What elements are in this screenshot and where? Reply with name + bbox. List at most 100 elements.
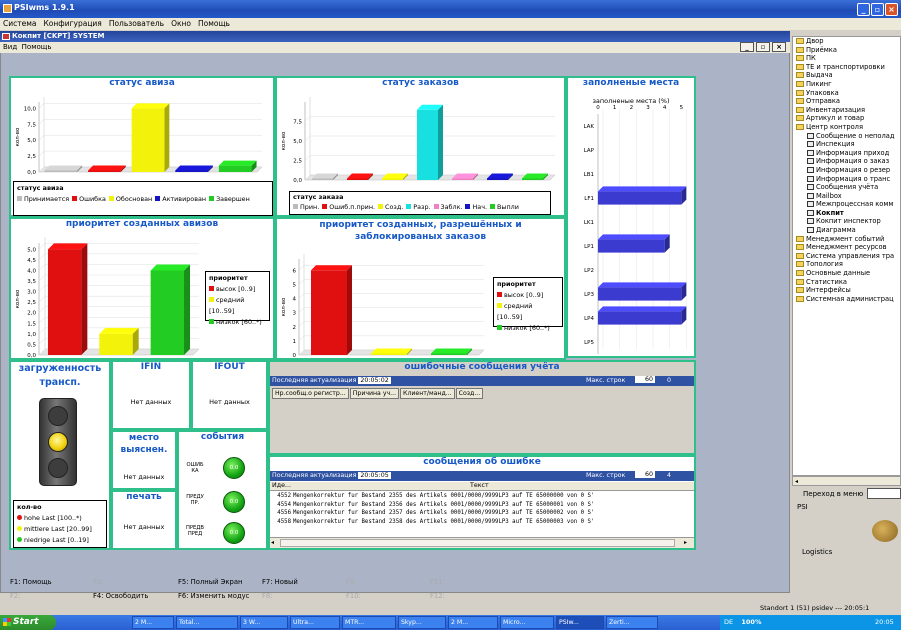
panel-title-line1: приоритет созданных, разрешённых и [319, 220, 522, 230]
scrollbar-thumb[interactable] [280, 539, 675, 547]
x-tick-label: 3 [646, 105, 650, 111]
fkey-f6[interactable]: F6: Изменить модус [178, 592, 249, 600]
fkey-f5[interactable]: F5: Полный Экран [178, 578, 242, 586]
tree-item[interactable]: Артикул и товар [793, 114, 900, 123]
table-row[interactable]: 4556 Mengenkorrektur fur Bestand 2357 des… [270, 509, 595, 518]
table-row[interactable]: 4554 Mengenkorrektur fur Bestand 2356 des… [270, 501, 595, 510]
legend-swatch [72, 196, 78, 201]
taskbar-button[interactable]: MTR... [342, 616, 396, 629]
tree-item[interactable]: Приёмка [793, 46, 900, 55]
menu-help-inner[interactable]: Помощь [22, 43, 52, 51]
taskbar-button[interactable]: Micro... [500, 616, 554, 629]
tree-item[interactable]: Кокпит [793, 209, 900, 218]
menu-config[interactable]: Конфигурация [43, 19, 101, 28]
max-rows-input[interactable]: 60 [635, 471, 655, 478]
tree-item[interactable]: Mailbox [793, 192, 900, 201]
legend-item: Принимается [17, 195, 69, 203]
tree-item[interactable]: Информация о транс [793, 175, 900, 184]
tree-item[interactable]: ТЕ и транспортировки [793, 63, 900, 72]
last-update-label: Последняя актуализация [272, 472, 357, 479]
maximize-button[interactable]: ▫ [871, 3, 884, 16]
column-header[interactable]: Причина уч... [349, 388, 400, 399]
menu-user[interactable]: Пользователь [109, 19, 164, 28]
goto-menu-input[interactable] [867, 488, 901, 499]
tree-item[interactable]: Диаграмма [793, 226, 900, 235]
y-axis-label: кол-во [15, 289, 21, 308]
tree-item[interactable]: Пикинг [793, 80, 900, 89]
scroll-right-icon[interactable]: ▸ [684, 539, 692, 547]
close-button[interactable]: × [885, 3, 898, 16]
column-header[interactable]: Созд... [455, 388, 484, 399]
tree-item[interactable]: Центр контроля [793, 123, 900, 132]
tree-item[interactable]: Инспекция [793, 140, 900, 149]
tree-item[interactable]: Информация приход [793, 149, 900, 158]
tree-item[interactable]: Сообщения учёта [793, 183, 900, 192]
fkey-f1[interactable]: F1: Помощь [10, 578, 52, 586]
app-title-bar: PSIwms 1.9.1 [0, 0, 901, 18]
table-row[interactable]: 4558 Mengenkorrektur fur Bestand 2358 des… [270, 518, 595, 527]
tree-item[interactable]: Информация о заказ [793, 157, 900, 166]
panel-title: приоритет созданных, разрешённых и заблок… [277, 219, 564, 243]
column-header[interactable]: Нр.сообщ.о регистр... [272, 388, 349, 399]
tree-item[interactable]: ПК [793, 54, 900, 63]
tree-item[interactable]: Межпроцессная комм [793, 200, 900, 209]
cockpit-restore-button[interactable]: ▫ [756, 42, 770, 52]
menu-window[interactable]: Окно [171, 19, 191, 28]
scroll-left-icon[interactable]: ◂ [271, 539, 279, 547]
tree-item[interactable]: Упаковка [793, 89, 900, 98]
column-header[interactable]: Клиент/манд... [400, 388, 455, 399]
tree-item[interactable]: Статистика [793, 278, 900, 287]
order-status-chart: 0,0 2,5 5,0 7,5 кол-во [281, 97, 556, 184]
tree-item[interactable]: Двор [793, 37, 900, 46]
taskbar-button[interactable]: 3 W... [240, 616, 288, 629]
tree-item[interactable]: Информация о резер [793, 166, 900, 175]
tree-item[interactable]: Менеджмент событий [793, 235, 900, 244]
horizontal-scrollbar[interactable]: ◂ ▸ [270, 537, 694, 548]
row-count: 4 [667, 472, 672, 479]
no-data-text: Нет данных [209, 398, 250, 406]
minimize-button[interactable]: _ [857, 3, 870, 16]
category-label: LB1 [584, 172, 594, 178]
table-row[interactable]: 4552 Mengenkorrektur fur Bestand 2355 des… [270, 492, 595, 501]
taskbar-button[interactable]: Ultra... [290, 616, 340, 629]
taskbar-button[interactable]: Total... [176, 616, 238, 629]
menu-help[interactable]: Помощь [198, 19, 230, 28]
tree-item-label: Информация о заказ [816, 157, 890, 166]
panel-title: приоритет созданных авизов [65, 219, 219, 229]
traffic-light-green [48, 458, 68, 478]
tree-item[interactable]: Сообщение о неполад [793, 132, 900, 141]
menu-system[interactable]: Система [3, 19, 36, 28]
scroll-left-icon[interactable]: ◂ [793, 478, 798, 485]
tree-scrollbar[interactable]: ◂ [792, 476, 901, 486]
tree-item[interactable]: Кокпит инспектор [793, 217, 900, 226]
fkey-f4[interactable]: F4: Освободить [93, 592, 148, 600]
cockpit-close-button[interactable]: × [772, 42, 786, 52]
taskbar-button[interactable]: PSIw... [556, 616, 604, 629]
fkey-f7[interactable]: F7: Новый [262, 578, 298, 586]
column-header-text[interactable]: Текст [470, 482, 489, 489]
tree-item-label: Информация приход [816, 148, 890, 157]
tree-item[interactable]: Основные данные [793, 269, 900, 278]
tree-item[interactable]: Отправка [793, 97, 900, 106]
bar-4 [218, 165, 252, 172]
cockpit-minimize-button[interactable]: _ [740, 42, 754, 52]
tree-item[interactable]: Система управления тра [793, 252, 900, 261]
tree-item[interactable]: Интерфейсы [793, 286, 900, 295]
tree-item[interactable]: Менеджмент ресурсов [793, 243, 900, 252]
legend-item: высок [0..9] [209, 284, 266, 295]
taskbar-button[interactable]: 2 M... [132, 616, 174, 629]
tree-item[interactable]: Выдача [793, 71, 900, 80]
legend-label: Выпли [497, 203, 519, 211]
column-header-id[interactable]: Иде... [272, 482, 291, 489]
tree-item[interactable]: Топология [793, 260, 900, 269]
taskbar-button[interactable]: Zerti... [606, 616, 658, 629]
tree-item-label: Интерфейсы [806, 286, 851, 295]
max-rows-input[interactable]: 60 [635, 376, 655, 383]
language-indicator[interactable]: DE [724, 618, 733, 626]
tree-item[interactable]: Инвентаризация [793, 106, 900, 115]
tree-item[interactable]: Системная администрац [793, 295, 900, 304]
taskbar-button[interactable]: 2 M... [448, 616, 498, 629]
legend: приоритет высок [0..9] средний [10..59] ни… [493, 277, 563, 332]
menu-view[interactable]: Вид [3, 43, 17, 51]
taskbar-button[interactable]: Skyp... [398, 616, 446, 629]
